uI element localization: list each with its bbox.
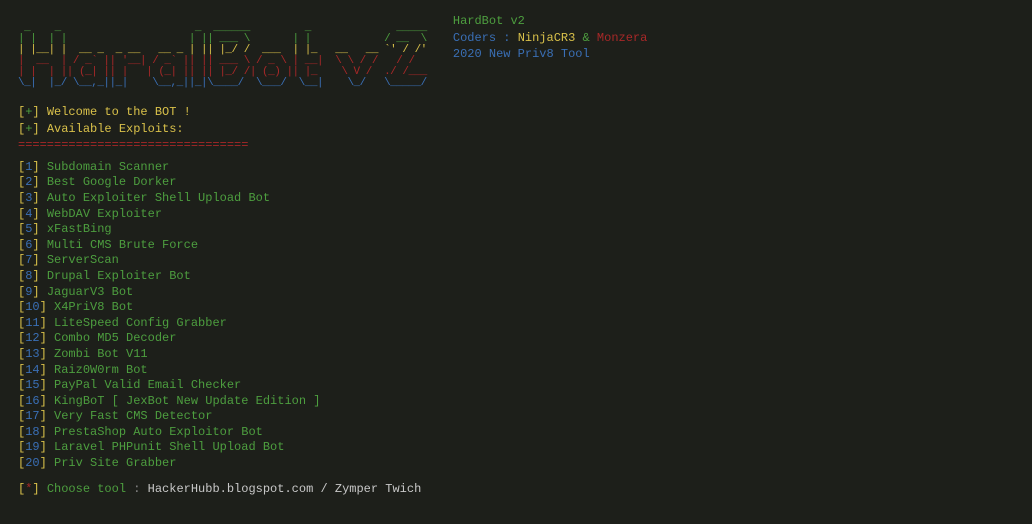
menu-list: [1] Subdomain Scanner[2] Best Google Dor… [18, 160, 1014, 472]
menu-number: 11 [25, 316, 39, 330]
coder-1: NinjaCR3 [518, 31, 576, 45]
menu-label: Drupal Exploiter Bot [47, 269, 191, 283]
menu-item[interactable]: [16] KingBoT [ JexBot New Update Edition… [18, 394, 1014, 410]
menu-item[interactable]: [8] Drupal Exploiter Bot [18, 269, 1014, 285]
menu-item[interactable]: [19] Laravel PHPunit Shell Upload Bot [18, 440, 1014, 456]
menu-label: KingBoT [ JexBot New Update Edition ] [54, 394, 320, 408]
menu-label: ServerScan [47, 253, 119, 267]
menu-item[interactable]: [15] PayPal Valid Email Checker [18, 378, 1014, 394]
tagline: 2020 New Priv8 Tool [453, 47, 647, 63]
menu-label: Priv Site Grabber [54, 456, 176, 470]
menu-number: 19 [25, 440, 39, 454]
menu-number: 15 [25, 378, 39, 392]
menu-item[interactable]: [17] Very Fast CMS Detector [18, 409, 1014, 425]
menu-label: Zombi Bot V11 [54, 347, 148, 361]
menu-label: xFastBing [47, 222, 112, 236]
menu-item[interactable]: [13] Zombi Bot V11 [18, 347, 1014, 363]
menu-number: 17 [25, 409, 39, 423]
menu-item[interactable]: [12] Combo MD5 Decoder [18, 331, 1014, 347]
menu-item[interactable]: [4] WebDAV Exploiter [18, 207, 1014, 223]
menu-label: PayPal Valid Email Checker [54, 378, 241, 392]
menu-number: 14 [25, 363, 39, 377]
menu-number: 13 [25, 347, 39, 361]
welcome-text: Welcome to the BOT ! [47, 105, 191, 119]
info-block: HardBot v2 Coders : NinjaCR3 & Monzera 2… [453, 12, 647, 64]
menu-label: Very Fast CMS Detector [54, 409, 212, 423]
banner-row: _ _ _ ______ _ _____ | | | | | || ___ \ … [18, 12, 1014, 89]
available-line: [+] Available Exploits: [18, 122, 1014, 138]
divider-line: ================================ [18, 138, 1014, 154]
menu-item[interactable]: [6] Multi CMS Brute Force [18, 238, 1014, 254]
menu-label: Subdomain Scanner [47, 160, 169, 174]
menu-number: 12 [25, 331, 39, 345]
menu-item[interactable]: [18] PrestaShop Auto Exploitor Bot [18, 425, 1014, 441]
menu-item[interactable]: [2] Best Google Dorker [18, 175, 1014, 191]
coders-line: Coders : NinjaCR3 & Monzera [453, 31, 647, 47]
ascii-line-6: \_| |_/ \__,_||_| \__,_||_|\____/ \___/ … [18, 77, 427, 89]
prompt-input-value[interactable]: HackerHubb.blogspot.com / Zymper Twich [148, 482, 422, 496]
menu-number: 18 [25, 425, 39, 439]
menu-label: Best Google Dorker [47, 175, 177, 189]
welcome-line: [+] Welcome to the BOT ! [18, 105, 1014, 121]
menu-label: Raiz0W0rm Bot [54, 363, 148, 377]
menu-label: LiteSpeed Config Grabber [54, 316, 227, 330]
menu-number: 10 [25, 300, 39, 314]
menu-label: Auto Exploiter Shell Upload Bot [47, 191, 270, 205]
available-text: Available Exploits: [47, 122, 184, 136]
menu-item[interactable]: [14] Raiz0W0rm Bot [18, 363, 1014, 379]
prompt-label: Choose tool [47, 482, 126, 496]
menu-item[interactable]: [3] Auto Exploiter Shell Upload Bot [18, 191, 1014, 207]
menu-label: Multi CMS Brute Force [47, 238, 198, 252]
ampersand: & [583, 31, 590, 45]
prompt-line[interactable]: [*] Choose tool : HackerHubb.blogspot.co… [18, 482, 1014, 498]
menu-item[interactable]: [9] JaguarV3 Bot [18, 285, 1014, 301]
menu-label: X4PriV8 Bot [54, 300, 133, 314]
menu-label: WebDAV Exploiter [47, 207, 162, 221]
menu-label: Laravel PHPunit Shell Upload Bot [54, 440, 284, 454]
coders-label: Coders [453, 31, 496, 45]
menu-item[interactable]: [11] LiteSpeed Config Grabber [18, 316, 1014, 332]
menu-number: 16 [25, 394, 39, 408]
menu-label: PrestaShop Auto Exploitor Bot [54, 425, 263, 439]
menu-item[interactable]: [7] ServerScan [18, 253, 1014, 269]
menu-label: Combo MD5 Decoder [54, 331, 176, 345]
menu-item[interactable]: [1] Subdomain Scanner [18, 160, 1014, 176]
menu-label: JaguarV3 Bot [47, 285, 133, 299]
menu-item[interactable]: [5] xFastBing [18, 222, 1014, 238]
menu-number: 20 [25, 456, 39, 470]
ascii-logo: _ _ _ ______ _ _____ | | | | | || ___ \ … [18, 12, 433, 89]
tool-title: HardBot v2 [453, 14, 647, 30]
coder-2: Monzera [597, 31, 647, 45]
menu-item[interactable]: [20] Priv Site Grabber [18, 456, 1014, 472]
menu-item[interactable]: [10] X4PriV8 Bot [18, 300, 1014, 316]
